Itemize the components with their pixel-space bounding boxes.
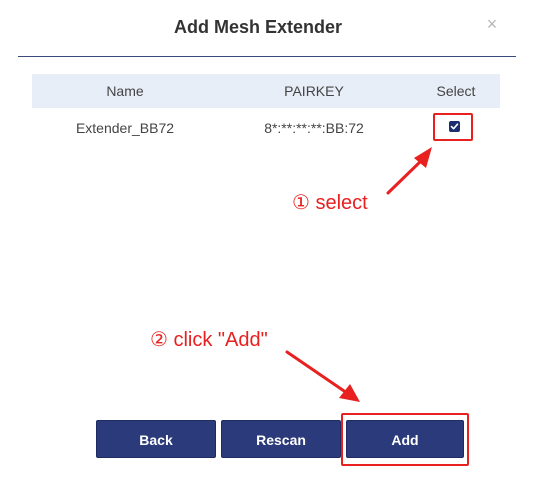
annotation-step-click-add: ② click "Add": [150, 329, 268, 351]
annotation-arrows: [285, 147, 432, 402]
arrow-to-add-button: [285, 350, 360, 402]
rescan-button[interactable]: Rescan: [221, 420, 341, 458]
add-mesh-extender-dialog: Add Mesh Extender × Name PAIRKEY Select …: [0, 0, 540, 478]
annotation-step-select: ① select: [292, 192, 368, 214]
back-button[interactable]: Back: [96, 420, 216, 458]
arrow-to-checkbox: [386, 147, 432, 195]
add-button[interactable]: Add: [346, 420, 464, 458]
